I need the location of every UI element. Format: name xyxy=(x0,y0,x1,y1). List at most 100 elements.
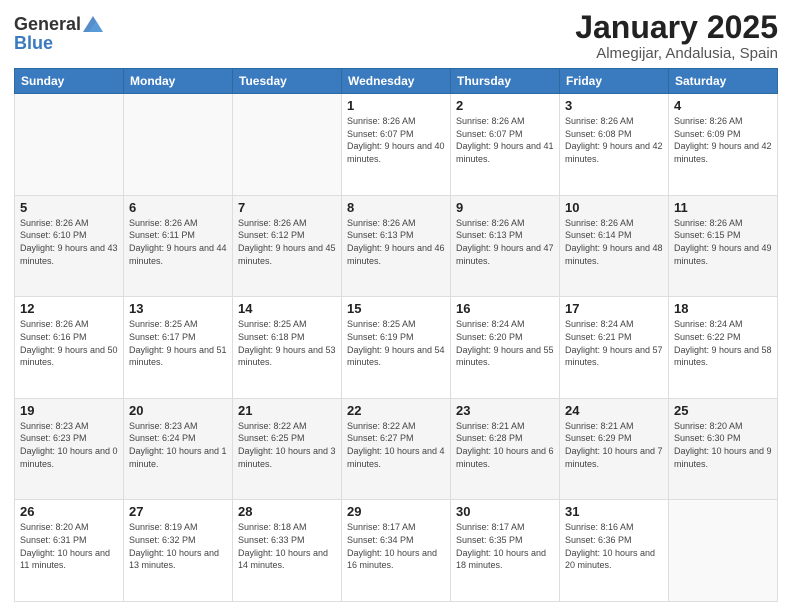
table-row: 21Sunrise: 8:22 AM Sunset: 6:25 PM Dayli… xyxy=(233,398,342,500)
table-row: 14 Sunrise: 8:25 AM Sunset: 6:18 PM Dayli… xyxy=(233,297,342,399)
logo: General Blue xyxy=(14,14,103,52)
day-number: 29 xyxy=(347,504,445,519)
table-row: 9Sunrise: 8:26 AM Sunset: 6:13 PM Daylig… xyxy=(451,195,560,297)
table-row: 15 Sunrise: 8:25 AM Sunset: 6:19 PM Dayli… xyxy=(342,297,451,399)
header-saturday: Saturday xyxy=(669,69,778,94)
day-number: 17 xyxy=(565,301,663,316)
day-info: Sunrise: 8:26 AM Sunset: 6:11 PM Dayligh… xyxy=(129,217,227,267)
day-number: 31 xyxy=(565,504,663,519)
day-info: Sunrise: 8:20 AM Sunset: 6:31 PM Dayligh… xyxy=(20,521,118,571)
calendar-subtitle: Almegijar, Andalusia, Spain xyxy=(575,45,778,62)
table-row: 29 Sunrise: 8:17 AM Sunset: 6:34 PM Dayli… xyxy=(342,500,451,602)
day-number: 1 xyxy=(347,98,445,113)
table-row: 26 Sunrise: 8:20 AM Sunset: 6:31 PM Dayli… xyxy=(15,500,124,602)
table-row: 5 Sunrise: 8:26 AM Sunset: 6:10 PM Daylig… xyxy=(15,195,124,297)
day-info: Sunrise: 8:26 AM Sunset: 6:14 PM Dayligh… xyxy=(565,217,663,267)
day-number: 23 xyxy=(456,403,554,418)
day-info: Sunrise: 8:26 AM Sunset: 6:10 PM Dayligh… xyxy=(20,217,118,267)
header-sunday: Sunday xyxy=(15,69,124,94)
table-row: 8 Sunrise: 8:26 AM Sunset: 6:13 PM Daylig… xyxy=(342,195,451,297)
table-row: 3 Sunrise: 8:26 AM Sunset: 6:08 PM Daylig… xyxy=(560,94,669,196)
calendar-week-row: 12 Sunrise: 8:26 AM Sunset: 6:16 PM Dayli… xyxy=(15,297,778,399)
table-row: 31 Sunrise: 8:16 AM Sunset: 6:36 PM Dayli… xyxy=(560,500,669,602)
logo-general: General xyxy=(14,15,81,33)
table-row: 11Sunrise: 8:26 AM Sunset: 6:15 PM Dayli… xyxy=(669,195,778,297)
day-number: 25 xyxy=(674,403,772,418)
table-row: 28 Sunrise: 8:18 AM Sunset: 6:33 PM Dayli… xyxy=(233,500,342,602)
day-info: Sunrise: 8:23 AM Sunset: 6:23 PM Dayligh… xyxy=(20,420,118,470)
table-row: 10 Sunrise: 8:26 AM Sunset: 6:14 PM Dayli… xyxy=(560,195,669,297)
day-number: 5 xyxy=(20,200,118,215)
logo-icon xyxy=(83,14,103,34)
day-info: Sunrise: 8:26 AM Sunset: 6:09 PM Dayligh… xyxy=(674,115,772,165)
table-row: 12 Sunrise: 8:26 AM Sunset: 6:16 PM Dayli… xyxy=(15,297,124,399)
table-row: 30 Sunrise: 8:17 AM Sunset: 6:35 PM Dayli… xyxy=(451,500,560,602)
day-number: 21 xyxy=(238,403,336,418)
day-info: Sunrise: 8:25 AM Sunset: 6:18 PM Dayligh… xyxy=(238,318,336,368)
calendar-week-row: 19 Sunrise: 8:23 AM Sunset: 6:23 PM Dayli… xyxy=(15,398,778,500)
header-friday: Friday xyxy=(560,69,669,94)
header-tuesday: Tuesday xyxy=(233,69,342,94)
day-info: Sunrise: 8:26 AM Sunset: 6:15 PM Dayligh… xyxy=(674,217,772,267)
table-row: 1 Sunrise: 8:26 AM Sunset: 6:07 PM Daylig… xyxy=(342,94,451,196)
title-block: January 2025 Almegijar, Andalusia, Spain xyxy=(575,10,778,62)
day-number: 19 xyxy=(20,403,118,418)
day-number: 18 xyxy=(674,301,772,316)
day-info: Sunrise: 8:24 AM Sunset: 6:22 PM Dayligh… xyxy=(674,318,772,368)
day-number: 8 xyxy=(347,200,445,215)
calendar-week-row: 1 Sunrise: 8:26 AM Sunset: 6:07 PM Daylig… xyxy=(15,94,778,196)
calendar-week-row: 5 Sunrise: 8:26 AM Sunset: 6:10 PM Daylig… xyxy=(15,195,778,297)
table-row: 7 Sunrise: 8:26 AM Sunset: 6:12 PM Daylig… xyxy=(233,195,342,297)
table-row: 4 Sunrise: 8:26 AM Sunset: 6:09 PM Daylig… xyxy=(669,94,778,196)
table-row xyxy=(124,94,233,196)
day-number: 15 xyxy=(347,301,445,316)
day-info: Sunrise: 8:26 AM Sunset: 6:08 PM Dayligh… xyxy=(565,115,663,165)
day-number: 26 xyxy=(20,504,118,519)
header-wednesday: Wednesday xyxy=(342,69,451,94)
table-row: 2 Sunrise: 8:26 AM Sunset: 6:07 PM Daylig… xyxy=(451,94,560,196)
day-info: Sunrise: 8:17 AM Sunset: 6:35 PM Dayligh… xyxy=(456,521,554,571)
day-info: Sunrise: 8:23 AM Sunset: 6:24 PM Dayligh… xyxy=(129,420,227,470)
table-row: 19 Sunrise: 8:23 AM Sunset: 6:23 PM Dayli… xyxy=(15,398,124,500)
day-number: 3 xyxy=(565,98,663,113)
day-info: Sunrise: 8:25 AM Sunset: 6:19 PM Dayligh… xyxy=(347,318,445,368)
day-info: Sunrise: 8:16 AM Sunset: 6:36 PM Dayligh… xyxy=(565,521,663,571)
day-number: 27 xyxy=(129,504,227,519)
day-info: Sunrise: 8:22 AM Sunset: 6:27 PM Dayligh… xyxy=(347,420,445,470)
day-number: 28 xyxy=(238,504,336,519)
day-number: 20 xyxy=(129,403,227,418)
day-number: 2 xyxy=(456,98,554,113)
header-thursday: Thursday xyxy=(451,69,560,94)
header: General Blue January 2025 Almegijar, And… xyxy=(14,10,778,62)
day-number: 16 xyxy=(456,301,554,316)
day-info: Sunrise: 8:24 AM Sunset: 6:21 PM Dayligh… xyxy=(565,318,663,368)
table-row: 22Sunrise: 8:22 AM Sunset: 6:27 PM Dayli… xyxy=(342,398,451,500)
day-info: Sunrise: 8:17 AM Sunset: 6:34 PM Dayligh… xyxy=(347,521,445,571)
calendar-title: January 2025 xyxy=(575,10,778,45)
table-row: 17 Sunrise: 8:24 AM Sunset: 6:21 PM Dayli… xyxy=(560,297,669,399)
day-number: 14 xyxy=(238,301,336,316)
day-info: Sunrise: 8:20 AM Sunset: 6:30 PM Dayligh… xyxy=(674,420,772,470)
table-row: 13 Sunrise: 8:25 AM Sunset: 6:17 PM Dayli… xyxy=(124,297,233,399)
day-info: Sunrise: 8:26 AM Sunset: 6:12 PM Dayligh… xyxy=(238,217,336,267)
day-number: 4 xyxy=(674,98,772,113)
table-row: 20 Sunrise: 8:23 AM Sunset: 6:24 PM Dayli… xyxy=(124,398,233,500)
table-row xyxy=(15,94,124,196)
day-info: Sunrise: 8:26 AM Sunset: 6:13 PM Dayligh… xyxy=(347,217,445,267)
calendar-header-row: Sunday Monday Tuesday Wednesday Thursday… xyxy=(15,69,778,94)
day-number: 7 xyxy=(238,200,336,215)
table-row: 18 Sunrise: 8:24 AM Sunset: 6:22 PM Dayli… xyxy=(669,297,778,399)
day-number: 10 xyxy=(565,200,663,215)
day-info: Sunrise: 8:25 AM Sunset: 6:17 PM Dayligh… xyxy=(129,318,227,368)
day-info: Sunrise: 8:26 AM Sunset: 6:16 PM Dayligh… xyxy=(20,318,118,368)
day-number: 13 xyxy=(129,301,227,316)
day-info: Sunrise: 8:26 AM Sunset: 6:07 PM Dayligh… xyxy=(456,115,554,165)
table-row: 24Sunrise: 8:21 AM Sunset: 6:29 PM Dayli… xyxy=(560,398,669,500)
day-info: Sunrise: 8:26 AM Sunset: 6:07 PM Dayligh… xyxy=(347,115,445,165)
day-number: 12 xyxy=(20,301,118,316)
table-row xyxy=(233,94,342,196)
day-info: Sunrise: 8:18 AM Sunset: 6:33 PM Dayligh… xyxy=(238,521,336,571)
day-number: 30 xyxy=(456,504,554,519)
day-number: 9 xyxy=(456,200,554,215)
header-monday: Monday xyxy=(124,69,233,94)
